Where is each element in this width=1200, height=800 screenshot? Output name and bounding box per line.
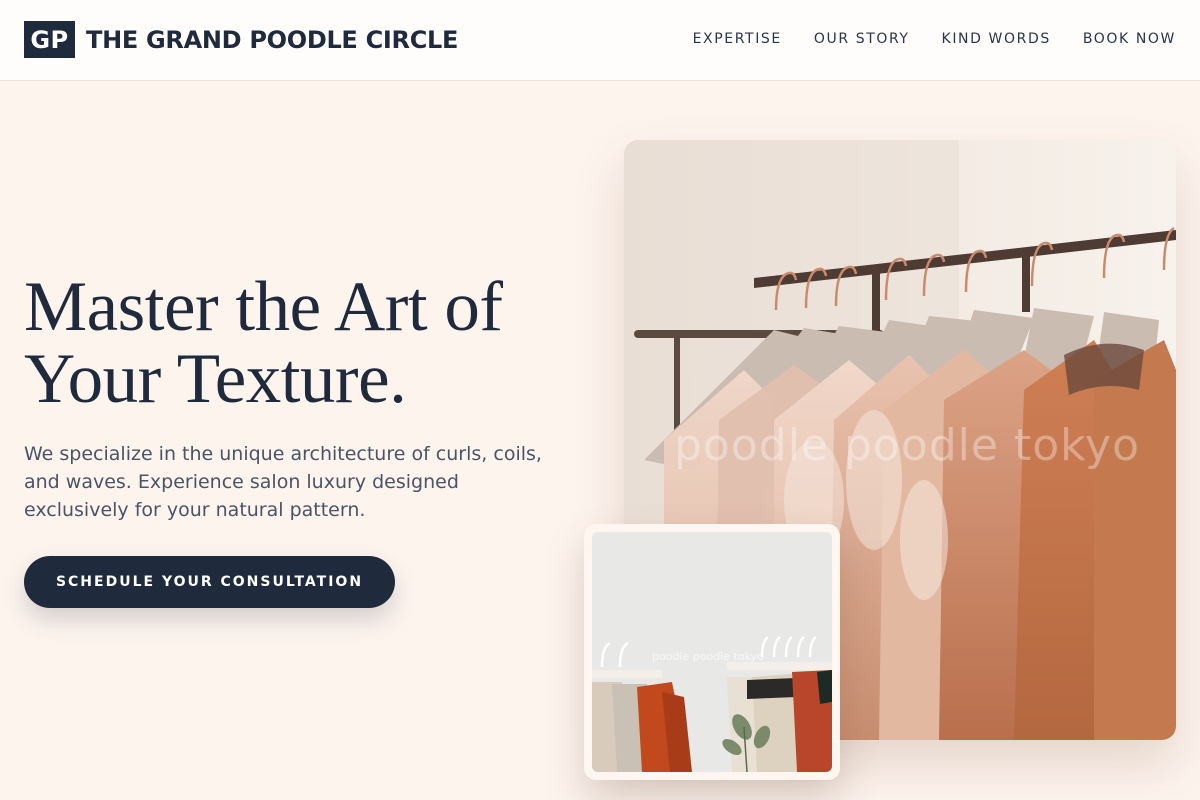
site-header: GP THE GRAND POODLE CIRCLE EXPERTISE OUR… [0,0,1200,81]
brand-monogram: GP [24,21,75,58]
hero-title: Master the Art of Your Texture. [24,271,584,415]
brand-logo-link[interactable]: GP THE GRAND POODLE CIRCLE [24,21,458,58]
hero-inset-card: poodle poodle tokyo [584,524,840,780]
inset-image-watermark: poodle poodle tokyo [652,650,764,663]
brand-name: THE GRAND POODLE CIRCLE [86,25,459,54]
nav-link-book-now[interactable]: BOOK NOW [1083,31,1176,47]
main-image-watermark: poodle poodle tokyo [674,420,1141,471]
hero-inset-image: poodle poodle tokyo [592,532,832,772]
nav-link-our-story[interactable]: OUR STORY [814,31,910,47]
schedule-consultation-button[interactable]: SCHEDULE YOUR CONSULTATION [24,556,395,608]
main-nav: EXPERTISE OUR STORY KIND WORDS BOOK NOW [693,31,1176,47]
hero-subtitle: We specialize in the unique architecture… [24,443,542,521]
hero-title-line-1: Master the Art of [24,268,503,346]
nav-link-kind-words[interactable]: KIND WORDS [942,31,1051,47]
hero-title-line-2: Your Texture. [24,340,407,418]
nav-link-expertise[interactable]: EXPERTISE [693,31,782,47]
